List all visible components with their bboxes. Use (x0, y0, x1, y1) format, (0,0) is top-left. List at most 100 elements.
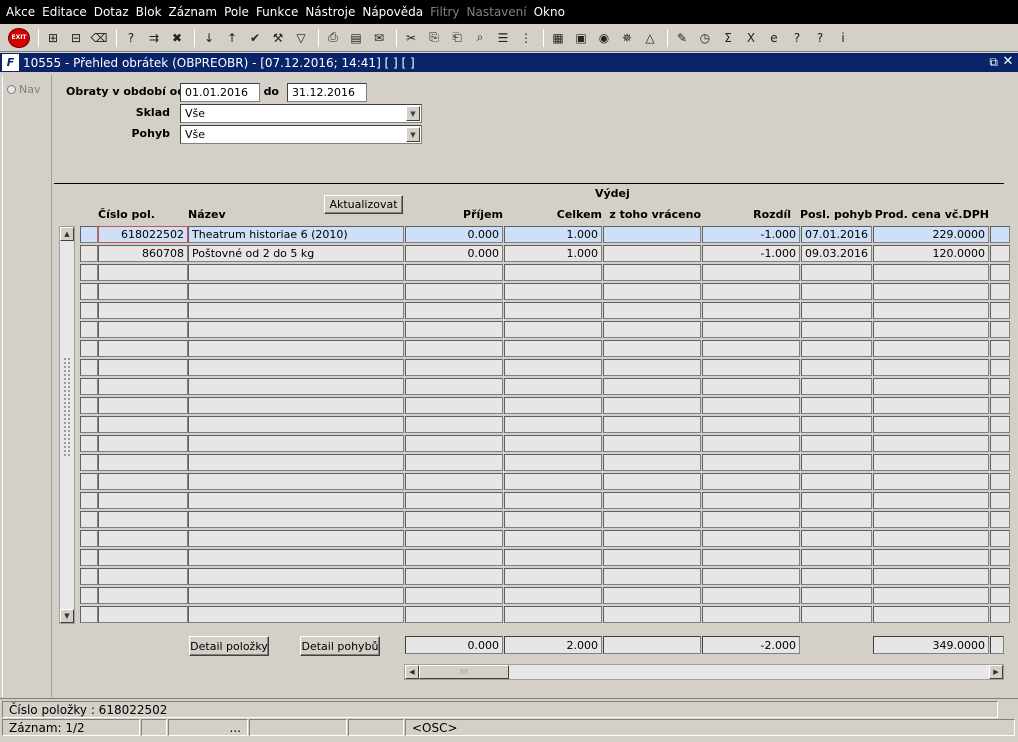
cell-returned[interactable] (603, 340, 701, 357)
cell-last-move[interactable] (801, 606, 872, 623)
paste-icon[interactable]: ⎗ (448, 29, 466, 47)
row-cell[interactable] (80, 454, 98, 471)
chevron-down-icon[interactable]: ▼ (406, 127, 420, 142)
cell-name[interactable]: Theatrum historiae 6 (2010) (188, 226, 404, 243)
cell-returned[interactable] (603, 226, 701, 243)
cell-price[interactable]: 229.0000 (873, 226, 989, 243)
cell-total[interactable] (504, 264, 602, 281)
cell-difference[interactable] (702, 530, 800, 547)
cell-returned[interactable] (603, 321, 701, 338)
movement-select[interactable]: Vše ▼ (180, 125, 422, 144)
cell-difference[interactable] (702, 340, 800, 357)
cell-difference[interactable] (702, 454, 800, 471)
close-icon[interactable]: ✕ (1001, 55, 1015, 69)
cell-receipt[interactable] (405, 321, 503, 338)
menu-6[interactable]: Funkce (256, 5, 298, 19)
cell-difference[interactable] (702, 587, 800, 604)
cell-total[interactable] (504, 530, 602, 547)
cell-last-move[interactable] (801, 321, 872, 338)
cell-name[interactable] (188, 340, 404, 357)
row-cell[interactable] (80, 568, 98, 585)
cell-price[interactable] (873, 321, 989, 338)
table-row[interactable] (80, 397, 1010, 414)
table-row[interactable] (80, 321, 1010, 338)
menu-11[interactable]: Okno (534, 5, 565, 19)
vertical-scrollbar[interactable]: ▲ ▼ (59, 226, 75, 624)
cell-name[interactable] (188, 359, 404, 376)
table-row[interactable] (80, 587, 1010, 604)
date-to-field[interactable]: 31.12.2016 (287, 83, 367, 102)
globe-icon[interactable]: ◉ (595, 29, 613, 47)
help-icon[interactable]: ? (811, 29, 829, 47)
refresh-button[interactable]: Aktualizovat (324, 195, 403, 214)
row-cell[interactable] (80, 435, 98, 452)
help-context-icon[interactable]: ? (788, 29, 806, 47)
cell-last-move[interactable]: 07.01.2016 (801, 226, 872, 243)
cell-returned[interactable] (603, 435, 701, 452)
cell-price[interactable] (873, 378, 989, 395)
copy-icon[interactable]: ⎘ (425, 29, 443, 47)
cell-returned[interactable] (603, 549, 701, 566)
row-cell[interactable] (80, 530, 98, 547)
print-preview-icon[interactable]: ⊟ (67, 29, 85, 47)
cell-difference[interactable]: -1.000 (702, 226, 800, 243)
row-cell[interactable] (80, 587, 98, 604)
menu-5[interactable]: Pole (224, 5, 249, 19)
cell-returned[interactable] (603, 587, 701, 604)
cell-price[interactable] (873, 283, 989, 300)
date-from-field[interactable]: 01.01.2016 (180, 83, 260, 102)
cell-returned[interactable] (603, 359, 701, 376)
cell-name[interactable] (188, 264, 404, 281)
table-row[interactable] (80, 568, 1010, 585)
cell-item-no[interactable] (98, 416, 188, 433)
row-cell[interactable] (990, 397, 1010, 414)
cell-total[interactable]: 1.000 (504, 226, 602, 243)
row-cell[interactable] (80, 549, 98, 566)
cell-total[interactable] (504, 587, 602, 604)
cell-total[interactable] (504, 473, 602, 490)
cell-last-move[interactable] (801, 302, 872, 319)
cell-item-no[interactable] (98, 321, 188, 338)
cell-name[interactable] (188, 606, 404, 623)
cell-total[interactable] (504, 359, 602, 376)
table-row[interactable] (80, 340, 1010, 357)
cell-returned[interactable] (603, 606, 701, 623)
cell-returned[interactable] (603, 568, 701, 585)
cell-price[interactable] (873, 359, 989, 376)
row-cell[interactable] (990, 359, 1010, 376)
cell-receipt[interactable] (405, 340, 503, 357)
row-cell[interactable] (990, 606, 1010, 623)
cell-item-no[interactable] (98, 606, 188, 623)
cell-returned[interactable] (603, 397, 701, 414)
report-icon[interactable]: ▤ (347, 29, 365, 47)
cell-item-no[interactable] (98, 511, 188, 528)
cell-receipt[interactable] (405, 473, 503, 490)
menu-2[interactable]: Dotaz (94, 5, 129, 19)
table-row[interactable] (80, 416, 1010, 433)
cell-name[interactable] (188, 321, 404, 338)
cell-difference[interactable] (702, 606, 800, 623)
cell-receipt[interactable] (405, 568, 503, 585)
cell-difference[interactable] (702, 264, 800, 281)
move-detail-button[interactable]: Detail pohybů (300, 636, 380, 656)
cell-returned[interactable] (603, 492, 701, 509)
cell-difference[interactable] (702, 435, 800, 452)
cell-returned[interactable] (603, 454, 701, 471)
row-cell[interactable] (990, 587, 1010, 604)
cell-total[interactable] (504, 416, 602, 433)
cell-name[interactable] (188, 511, 404, 528)
cell-price[interactable] (873, 511, 989, 528)
cell-price[interactable] (873, 340, 989, 357)
cell-item-no[interactable] (98, 492, 188, 509)
row-cell[interactable] (80, 492, 98, 509)
excel-icon[interactable]: X (742, 29, 760, 47)
table-row[interactable] (80, 302, 1010, 319)
cell-item-no[interactable]: 618022502 (98, 226, 188, 243)
row-cell[interactable] (80, 511, 98, 528)
cell-receipt[interactable] (405, 302, 503, 319)
table-row[interactable] (80, 606, 1010, 623)
table-row[interactable] (80, 511, 1010, 528)
list-icon[interactable]: ☰ (494, 29, 512, 47)
cell-returned[interactable] (603, 378, 701, 395)
row-cell[interactable] (990, 435, 1010, 452)
